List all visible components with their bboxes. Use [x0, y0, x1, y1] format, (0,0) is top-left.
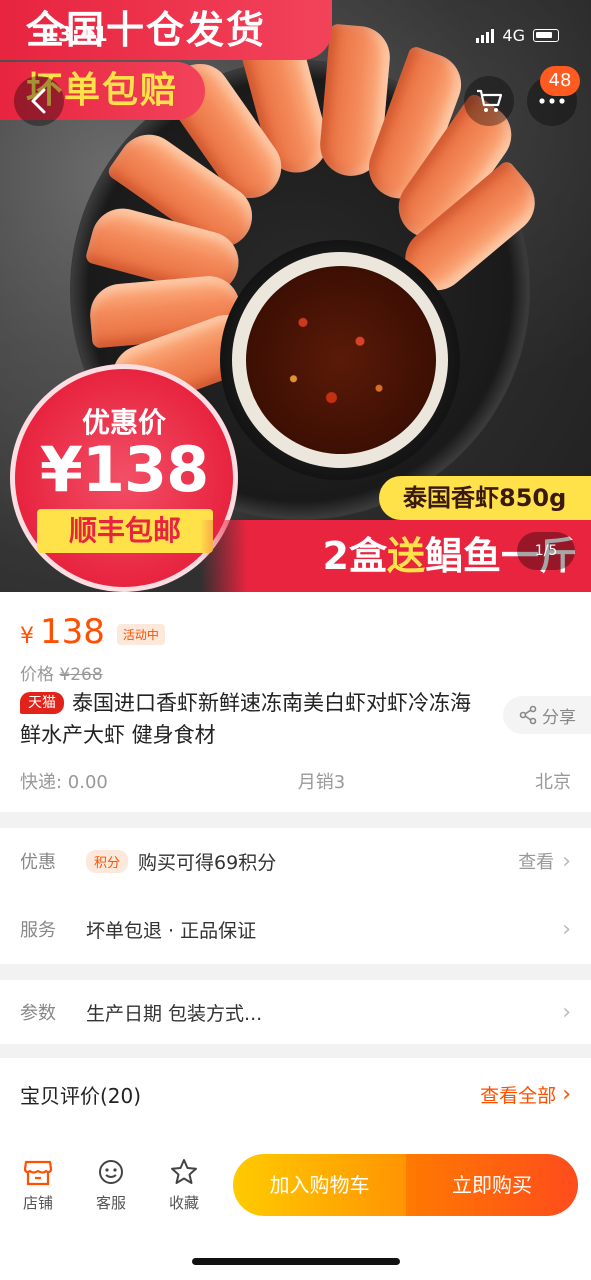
chevron-right-icon: › [562, 916, 571, 942]
promo-label: 优惠 [20, 852, 56, 873]
add-to-cart-button[interactable]: 加入购物车 [233, 1154, 406, 1216]
promo-view: 查看 [518, 852, 555, 873]
more-dots-icon [539, 98, 565, 104]
chevron-right-icon: › [562, 1081, 571, 1107]
image-pager: 1/5 [517, 532, 575, 570]
chevron-left-icon [31, 88, 46, 114]
message-count-badge: 48 [540, 66, 580, 96]
activity-tag: 活动中 [116, 624, 165, 645]
points-tag: 积分 [86, 849, 129, 873]
customer-service-button[interactable]: 客服 [81, 1158, 141, 1213]
badge-price: ¥138 [39, 433, 210, 506]
product-title-text: 泰国进口香虾新鲜速冻南美白虾对虾冷冻海鲜水产大虾 健身食材 [20, 691, 471, 747]
service-row[interactable]: 服务 坏单包退 · 正品保证 › [0, 894, 591, 964]
battery-icon [533, 29, 559, 42]
cart-icon [477, 89, 503, 112]
favorite-button[interactable]: 收藏 [154, 1158, 214, 1213]
price-row: ¥ 138 活动中 [20, 612, 165, 652]
review-row[interactable]: 宝贝评价(20) 查看全部 › [0, 1058, 591, 1130]
back-button[interactable] [14, 76, 64, 126]
strip-highlight: 送 [386, 534, 425, 578]
chevron-right-icon: › [562, 999, 571, 1025]
chili-sauce-image [246, 266, 436, 454]
params-text: 生产日期 包装方式... [86, 1002, 263, 1025]
tmall-tag: 天猫 [20, 692, 64, 714]
current-price: 138 [40, 612, 105, 652]
status-time: 13:41 [44, 22, 108, 46]
share-icon [519, 705, 537, 725]
chevron-right-icon: › [562, 848, 571, 874]
customer-service-label: 客服 [95, 1194, 126, 1212]
store-button[interactable]: 店铺 [8, 1158, 68, 1213]
shipping-fee: 快递: 0.00 [20, 772, 108, 793]
product-title: 天猫 泰国进口香虾新鲜速冻南美白虾对虾冷冻海鲜水产大虾 健身食材 [20, 687, 480, 751]
star-icon [171, 1159, 197, 1184]
ship-location: 北京 [534, 772, 571, 793]
original-price-label: 价格 [20, 665, 54, 685]
share-label: 分享 [542, 707, 576, 728]
cart-button[interactable] [464, 76, 514, 126]
favorite-label: 收藏 [168, 1194, 199, 1212]
meta-row: 快递: 0.00 月销3 北京 [20, 768, 571, 794]
weight-tag: 泰国香虾850g [379, 476, 591, 520]
network-label: 4G [502, 26, 525, 45]
promo-value: 积分 购买可得69积分 [86, 848, 518, 875]
monthly-sales: 月销3 [297, 772, 346, 793]
currency-symbol: ¥ [20, 624, 34, 649]
original-price: ¥268 [59, 665, 103, 685]
params-row[interactable]: 参数 生产日期 包装方式... › [0, 980, 591, 1044]
original-price-row: 价格 ¥268 [20, 660, 103, 685]
params-label: 参数 [20, 1003, 56, 1024]
service-label: 服务 [20, 920, 56, 941]
store-icon [23, 1160, 53, 1186]
signal-icon [476, 28, 495, 43]
review-title: 宝贝评价(20) [20, 1083, 142, 1108]
home-indicator [192, 1258, 400, 1265]
view-all-reviews[interactable]: 查看全部 [480, 1081, 556, 1108]
badge-shipping: 顺丰包邮 [37, 509, 213, 553]
promo-row[interactable]: 优惠 积分 购买可得69积分 查看 › [0, 828, 591, 894]
service-text: 坏单包退 · 正品保证 [86, 919, 257, 942]
customer-service-icon [99, 1160, 123, 1184]
store-label: 店铺 [22, 1194, 53, 1212]
status-indicators: 4G [476, 26, 559, 45]
buy-now-button[interactable]: 立即购买 [406, 1154, 578, 1216]
share-button[interactable]: 分享 [503, 696, 591, 734]
strip-pre: 2盒 [322, 534, 387, 578]
promo-text: 购买可得69积分 [138, 851, 277, 874]
product-info-card: ¥ 138 活动中 价格 ¥268 天猫 泰国进口香虾新鲜速冻南美白虾对虾冷冻海鲜… [0, 592, 591, 812]
